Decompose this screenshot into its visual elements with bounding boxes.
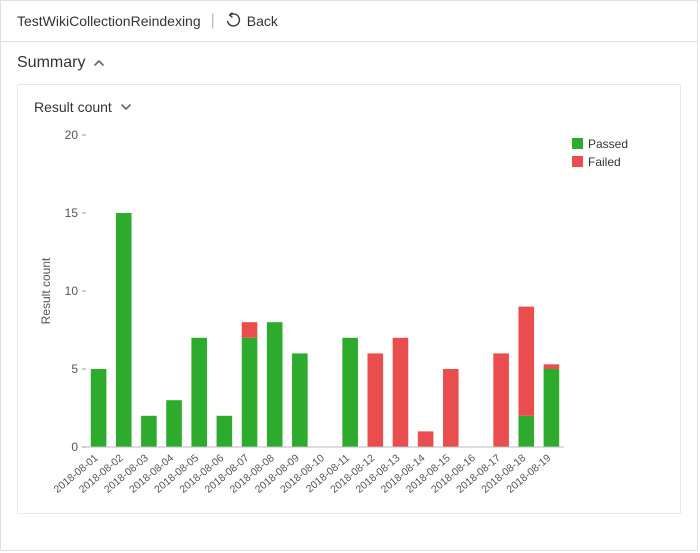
legend-label: Failed — [588, 155, 621, 169]
bar-failed — [368, 353, 384, 447]
chevron-down-icon — [120, 101, 132, 113]
bar-passed — [242, 338, 258, 447]
bar-passed — [166, 400, 182, 447]
svg-text:10: 10 — [65, 284, 79, 298]
bar-failed — [544, 364, 560, 369]
result-count-card: Result count 05101520Result count2018-08… — [17, 84, 681, 514]
bar-passed — [292, 353, 308, 447]
bar-failed — [393, 338, 409, 447]
svg-text:5: 5 — [71, 362, 78, 376]
card-title: Result count — [34, 99, 112, 115]
bar-failed — [443, 369, 459, 447]
bar-passed — [91, 369, 107, 447]
summary-label: Summary — [17, 54, 85, 72]
bar-failed — [518, 307, 534, 416]
legend-swatch — [572, 156, 583, 167]
svg-text:0: 0 — [71, 440, 78, 454]
bar-passed — [267, 322, 283, 447]
svg-text:Result count: Result count — [39, 257, 53, 324]
result-count-chart: 05101520Result count2018-08-012018-08-02… — [34, 125, 664, 505]
undo-icon — [225, 12, 247, 31]
header-separator: | — [211, 12, 215, 30]
legend-label: Passed — [588, 137, 628, 151]
svg-text:20: 20 — [65, 128, 79, 142]
bar-failed — [493, 353, 509, 447]
summary-section-toggle[interactable]: Summary — [1, 42, 697, 80]
back-button[interactable]: Back — [225, 12, 278, 31]
bar-passed — [342, 338, 358, 447]
chevron-up-icon — [93, 57, 105, 69]
bar-passed — [191, 338, 207, 447]
bar-passed — [544, 369, 560, 447]
legend-swatch — [572, 138, 583, 149]
page-title: TestWikiCollectionReindexing — [17, 13, 201, 29]
card-title-dropdown[interactable]: Result count — [34, 99, 664, 115]
bar-passed — [217, 416, 233, 447]
bar-passed — [141, 416, 157, 447]
svg-text:15: 15 — [65, 206, 79, 220]
bar-failed — [418, 431, 434, 447]
page-header: TestWikiCollectionReindexing | Back — [1, 1, 697, 42]
bar-passed — [518, 416, 534, 447]
bar-passed — [116, 213, 132, 447]
back-label: Back — [247, 13, 278, 29]
bar-failed — [242, 322, 258, 338]
